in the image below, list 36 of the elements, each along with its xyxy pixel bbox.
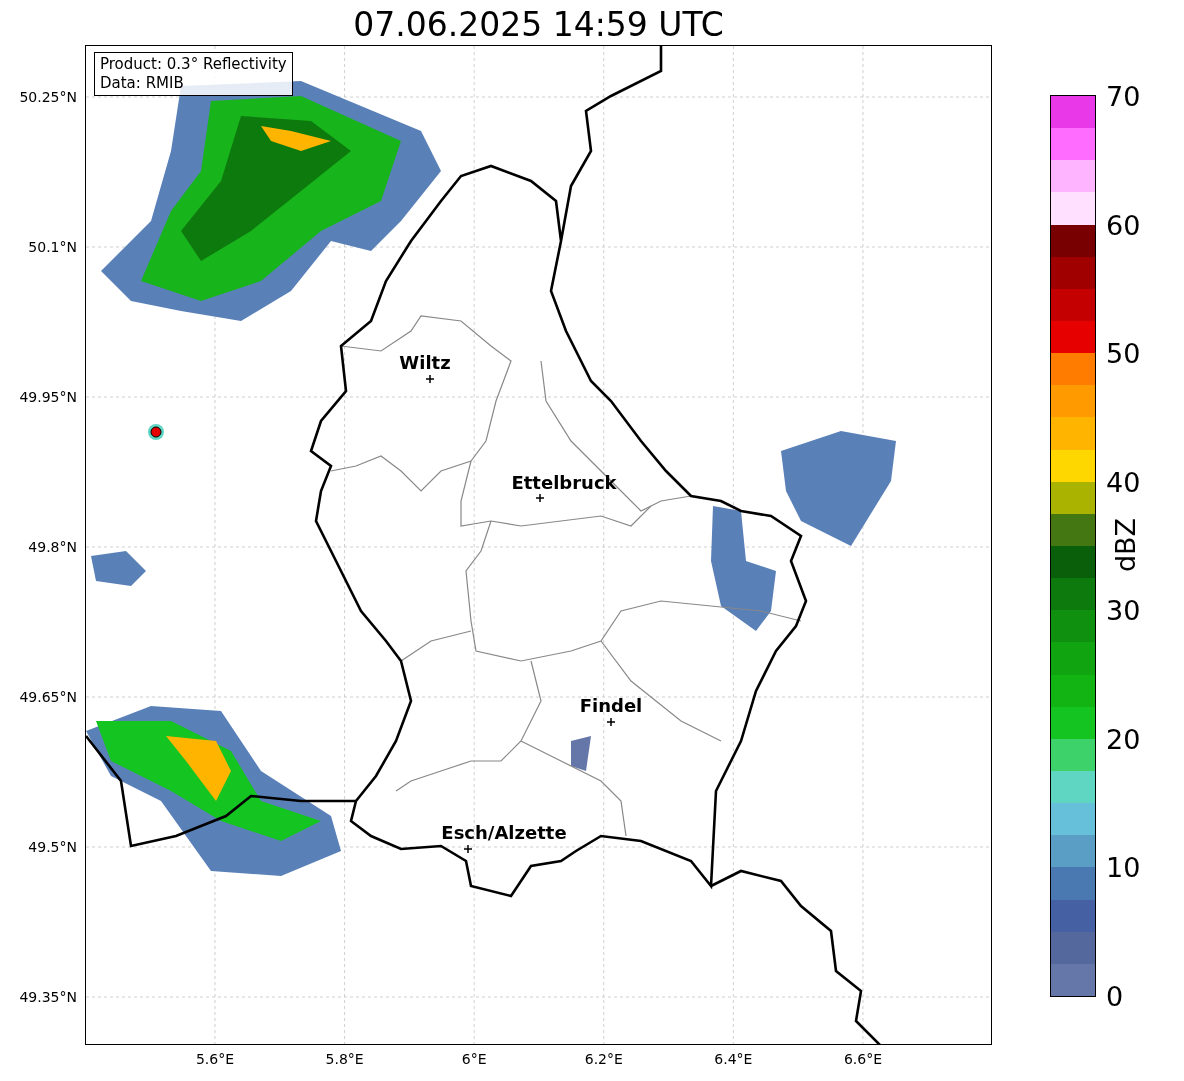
city-label: Findel <box>579 695 643 716</box>
colorbar-tick-label: 60 <box>1106 209 1141 241</box>
colorbar-tick-label: 20 <box>1106 723 1141 755</box>
city-label: Esch/Alzette <box>441 822 567 843</box>
radar-site-icon <box>148 424 164 440</box>
info-text: Product: 0.3° Reflectivity <box>100 55 287 74</box>
plus-icon <box>535 493 545 503</box>
axis-tick-label: 49.35°N <box>19 989 77 1005</box>
axis-tick-label: 5.8°E <box>325 1051 364 1067</box>
colorbar-tick-label: 10 <box>1106 851 1141 883</box>
axis-tick-label: 49.8°N <box>28 539 77 555</box>
city-label: Ettelbruck <box>511 472 617 493</box>
colorbar-label: dBZ <box>1109 517 1141 573</box>
city-label: Wiltz <box>399 352 451 373</box>
axis-tick-label: 5.6°E <box>195 1051 235 1067</box>
info-text: Data: RMIB <box>100 74 185 93</box>
axis-tick-label: 50.1°N <box>28 239 77 255</box>
axis-tick-label: 49.5°N <box>28 839 77 855</box>
chart-title: 07.06.2025 14:59 UTC <box>352 4 725 45</box>
radar-echo <box>91 551 146 586</box>
colorbar-tick-label: 0 <box>1106 980 1124 1012</box>
axis-tick-label: 50.25°N <box>19 89 77 105</box>
colorbar-tick-label: 40 <box>1106 466 1141 498</box>
plus-icon <box>606 717 616 727</box>
axis-tick-label: 6.6°E <box>843 1051 883 1067</box>
axis-tick-label: 49.95°N <box>19 389 77 405</box>
colorbar-tick-label: 70 <box>1106 80 1141 112</box>
plus-icon <box>425 374 435 384</box>
plus-icon <box>463 844 473 854</box>
colorbar-tick-label: 30 <box>1106 594 1141 626</box>
axis-tick-label: 6°E <box>461 1051 487 1067</box>
colorbar-tick-label: 50 <box>1106 337 1141 369</box>
axis-tick-label: 6.4°E <box>714 1051 753 1067</box>
radar-echo <box>571 736 591 771</box>
axis-tick-label: 6.2°E <box>584 1051 623 1067</box>
axis-tick-label: 49.65°N <box>19 689 77 705</box>
